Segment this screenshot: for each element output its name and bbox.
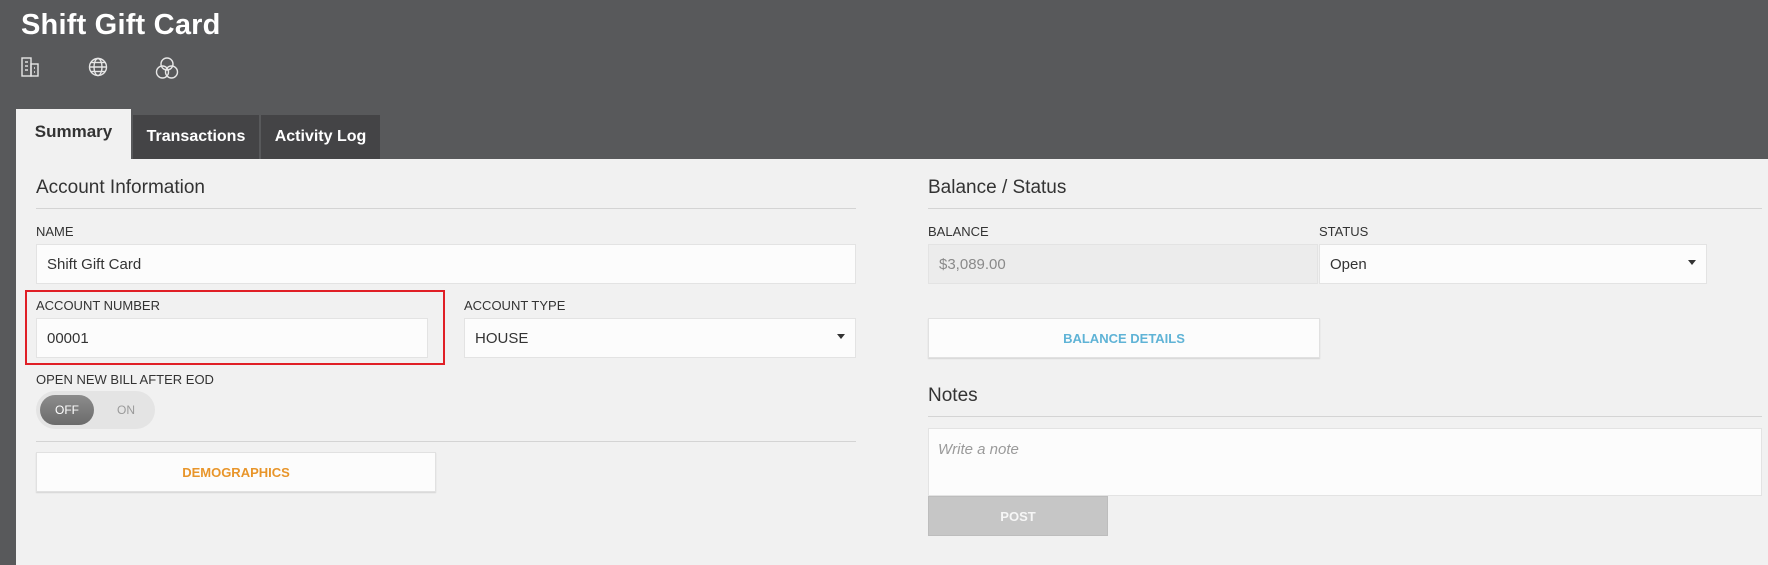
divider [36,441,856,442]
page-title: Shift Gift Card [21,9,221,41]
balance-field: $3,089.00 [928,244,1318,284]
divider [36,208,856,209]
tab-transactions[interactable]: Transactions [133,115,259,159]
name-label: NAME [36,224,74,239]
account-type-select[interactable]: HOUSE [464,318,856,358]
post-button[interactable]: POST [928,496,1108,536]
notes-title: Notes [928,385,978,406]
toggle-off-label: OFF [40,395,94,425]
globe-icon[interactable] [87,56,109,78]
building-icon[interactable] [20,56,42,78]
summary-panel: Account Information NAME ACCOUNT NUMBER … [16,159,1768,565]
account-information-title: Account Information [36,177,205,198]
chevron-down-icon [837,334,845,339]
toggle-on-label: ON [117,403,135,417]
note-textarea[interactable] [928,428,1762,496]
account-number-input[interactable] [36,318,428,358]
divider [928,416,1762,417]
account-type-label: ACCOUNT TYPE [464,298,566,313]
account-type-value: HOUSE [475,329,529,347]
circles-icon[interactable] [154,56,180,80]
name-input[interactable] [36,244,856,284]
account-number-label: ACCOUNT NUMBER [36,298,160,313]
status-value: Open [1330,255,1367,273]
balance-status-title: Balance / Status [928,177,1067,198]
open-new-bill-toggle[interactable]: OFF ON [36,391,155,429]
tab-activity-log[interactable]: Activity Log [261,115,380,159]
open-new-bill-label: OPEN NEW BILL AFTER EOD [36,372,214,387]
status-select[interactable]: Open [1319,244,1707,284]
status-label: STATUS [1319,224,1369,239]
balance-label: BALANCE [928,224,989,239]
tab-summary[interactable]: Summary [16,109,131,159]
divider [928,208,1762,209]
demographics-button[interactable]: DEMOGRAPHICS [36,452,436,492]
balance-details-button[interactable]: BALANCE DETAILS [928,318,1320,358]
chevron-down-icon [1688,260,1696,265]
